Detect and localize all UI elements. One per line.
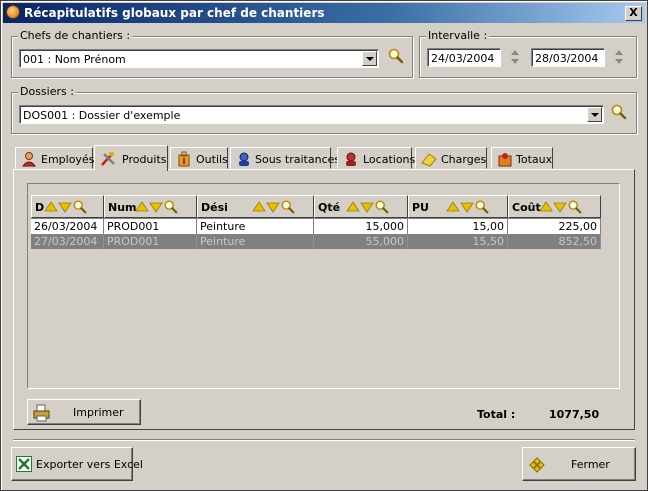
dossiers-search-icon[interactable] bbox=[610, 103, 628, 121]
export-excel-button[interactable]: Exporter vers Excel bbox=[11, 447, 143, 481]
column-header-num[interactable]: Num bbox=[104, 195, 197, 218]
filter-search-icon[interactable] bbox=[567, 199, 583, 215]
cell-qte: 15,000 bbox=[314, 219, 408, 234]
cell-qte: 55,000 bbox=[314, 234, 408, 249]
main-window: Récapitulatifs globaux par chef de chant… bbox=[0, 0, 648, 491]
dossiers-combo[interactable]: DOS001 : Dossier d'exemple bbox=[19, 105, 604, 124]
cell-pu: 15,50 bbox=[408, 234, 508, 249]
dossiers-label: Dossiers : bbox=[18, 85, 76, 98]
cell-num: PROD001 bbox=[104, 219, 197, 234]
sort-desc-icon[interactable] bbox=[266, 199, 280, 215]
chefs-search-icon[interactable] bbox=[387, 47, 405, 65]
close-label: Fermer bbox=[571, 458, 610, 471]
date-from-field[interactable]: 24/03/2004 bbox=[427, 48, 501, 67]
tab-totaux[interactable]: Totaux bbox=[491, 147, 553, 169]
tab-sous-traitances[interactable]: Sous traitances bbox=[230, 147, 340, 169]
print-label: Imprimer bbox=[73, 406, 124, 419]
column-header-date[interactable]: D bbox=[31, 195, 104, 218]
cell-cout: 852,50 bbox=[508, 234, 601, 249]
column-label: D bbox=[35, 201, 45, 214]
date-to-spin-icon[interactable] bbox=[613, 48, 625, 66]
sort-desc-icon[interactable] bbox=[360, 199, 374, 215]
cell-cout: 225,00 bbox=[508, 219, 601, 234]
column-label: Qté bbox=[318, 201, 341, 214]
employee-icon bbox=[21, 152, 37, 167]
chevron-down-icon[interactable] bbox=[362, 51, 377, 66]
date-to-field[interactable]: 28/03/2004 bbox=[531, 48, 605, 67]
sort-asc-icon[interactable] bbox=[44, 199, 58, 215]
filter-search-icon[interactable] bbox=[374, 199, 390, 215]
tab-label: Employés bbox=[41, 153, 95, 166]
products-table: D Num Dési Qté PU Coût 26/03/2004 PROD00… bbox=[31, 195, 601, 249]
separator bbox=[13, 439, 635, 441]
exit-icon bbox=[529, 457, 545, 473]
subcontract-icon bbox=[239, 152, 249, 166]
app-icon bbox=[6, 5, 20, 19]
tab-label: Locations bbox=[363, 153, 416, 166]
filter-search-icon[interactable] bbox=[280, 199, 296, 215]
tab-label: Charges bbox=[441, 153, 487, 166]
column-header-desi[interactable]: Dési bbox=[197, 195, 314, 218]
tab-label: Sous traitances bbox=[255, 153, 341, 166]
date-to-value: 28/03/2004 bbox=[535, 52, 599, 65]
filter-search-icon[interactable] bbox=[474, 199, 490, 215]
chefs-value: 001 : Nom Prénom bbox=[23, 53, 126, 66]
tab-charges[interactable]: Charges bbox=[415, 147, 487, 169]
cell-desi: Peinture bbox=[197, 219, 314, 234]
sort-desc-icon[interactable] bbox=[553, 199, 567, 215]
sort-desc-icon[interactable] bbox=[149, 199, 163, 215]
total-label: Total : bbox=[477, 408, 516, 421]
toolbox-icon bbox=[178, 151, 190, 167]
filter-search-icon[interactable] bbox=[163, 199, 179, 215]
tab-locations[interactable]: Locations bbox=[337, 147, 416, 169]
sort-desc-icon[interactable] bbox=[460, 199, 474, 215]
dossiers-value: DOS001 : Dossier d'exemple bbox=[23, 109, 181, 122]
cell-num: PROD001 bbox=[104, 234, 197, 249]
sort-asc-icon[interactable] bbox=[252, 199, 266, 215]
cell-date: 27/03/2004 bbox=[31, 234, 104, 249]
tab-employes[interactable]: Employés bbox=[15, 147, 95, 169]
total-value: 1077,50 bbox=[549, 408, 600, 421]
export-label: Exporter vers Excel bbox=[36, 458, 143, 471]
tab-label: Produits bbox=[122, 153, 167, 166]
chefs-combo[interactable]: 001 : Nom Prénom bbox=[19, 49, 379, 68]
date-from-spin-icon[interactable] bbox=[509, 48, 521, 66]
column-label: PU bbox=[412, 201, 429, 214]
intervalle-label: Intervalle : bbox=[426, 29, 490, 42]
column-label: Coût bbox=[512, 201, 541, 214]
tab-label: Outils bbox=[196, 153, 228, 166]
filter-search-icon[interactable] bbox=[72, 199, 88, 215]
tab-label: Totaux bbox=[516, 153, 553, 166]
tab-produits[interactable]: Produits bbox=[94, 145, 168, 171]
chevron-down-icon[interactable] bbox=[587, 107, 602, 122]
cell-pu: 15,00 bbox=[408, 219, 508, 234]
title-bar[interactable]: Récapitulatifs globaux par chef de chant… bbox=[3, 3, 645, 23]
sort-asc-icon[interactable] bbox=[346, 199, 360, 215]
column-header-pu[interactable]: PU bbox=[408, 195, 508, 218]
chefs-label: Chefs de chantiers : bbox=[18, 29, 133, 42]
tab-outils[interactable]: Outils bbox=[170, 147, 228, 169]
close-button[interactable]: Fermer bbox=[522, 447, 636, 481]
charges-icon bbox=[421, 153, 437, 167]
cell-desi: Peinture bbox=[197, 234, 314, 249]
sort-asc-icon[interactable] bbox=[539, 199, 553, 215]
window-title: Récapitulatifs globaux par chef de chant… bbox=[24, 6, 325, 20]
excel-icon bbox=[16, 456, 32, 472]
printer-icon bbox=[33, 404, 50, 422]
close-window-button[interactable]: X bbox=[625, 6, 642, 21]
tools-icon bbox=[101, 152, 115, 166]
cell-date: 26/03/2004 bbox=[31, 219, 104, 234]
column-label: Num bbox=[108, 201, 137, 214]
sort-asc-icon[interactable] bbox=[135, 199, 149, 215]
print-button[interactable]: Imprimer bbox=[27, 399, 141, 425]
column-header-qte[interactable]: Qté bbox=[314, 195, 408, 218]
date-from-value: 24/03/2004 bbox=[431, 52, 495, 65]
sort-asc-icon[interactable] bbox=[446, 199, 460, 215]
sort-desc-icon[interactable] bbox=[58, 199, 72, 215]
rental-icon bbox=[346, 152, 356, 166]
column-header-cout[interactable]: Coût bbox=[508, 195, 601, 218]
column-label: Dési bbox=[201, 201, 228, 214]
totals-icon bbox=[498, 153, 512, 167]
